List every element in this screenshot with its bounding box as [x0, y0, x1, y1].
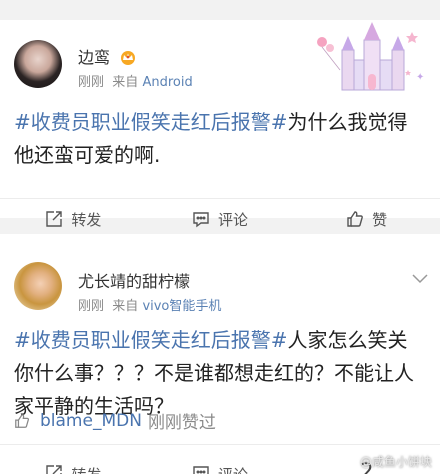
post-content: #收费员职业假笑走红后报警#为什么我觉得他还蛮可爱的啊.: [14, 110, 408, 167]
repost-button[interactable]: 转发: [0, 448, 147, 474]
comment-icon: [193, 466, 209, 474]
avatar[interactable]: [14, 40, 62, 88]
post-meta: 刚刚 来自 Android: [78, 75, 193, 90]
author-name[interactable]: 尤长靖的甜柠檬: [78, 268, 190, 292]
author-name[interactable]: 边鸾: [78, 44, 137, 68]
post-card-1: 边鸾 刚刚 来自 Android ✦ #收费员职业假笑走红后报警#为什么我觉得他…: [0, 20, 440, 229]
svg-text:✦: ✦: [416, 72, 424, 83]
liked-suffix: 刚刚赞过: [147, 413, 216, 433]
liked-by-row[interactable]: blame_MDN 刚刚赞过: [14, 408, 216, 433]
comment-icon: [193, 212, 209, 228]
comment-button[interactable]: 评论: [147, 448, 294, 474]
post-card-2: 尤长靖的甜柠檬 刚刚 来自 vivo智能手机 #收费员职业假笑走红后报警#人家怎…: [0, 234, 440, 474]
topic-link[interactable]: #收费员职业假笑走红后报警#: [14, 328, 288, 352]
repost-icon: [46, 211, 63, 227]
crown-icon: [121, 51, 136, 65]
liked-by-user[interactable]: blame_MDN: [40, 411, 142, 431]
watermark: @咸鱼小饼块: [359, 455, 432, 469]
top-gap: [0, 0, 440, 20]
chevron-down-icon[interactable]: [412, 274, 428, 284]
topic-link[interactable]: #收费员职业假笑走红后报警#: [14, 110, 288, 134]
like-icon: [15, 413, 30, 428]
repost-icon: [46, 465, 63, 474]
like-icon: [347, 211, 364, 227]
post-meta: 刚刚 来自 vivo智能手机: [78, 299, 222, 314]
castle-decoration: ✦: [317, 22, 424, 91]
divider: [0, 444, 440, 445]
avatar[interactable]: [14, 262, 62, 310]
